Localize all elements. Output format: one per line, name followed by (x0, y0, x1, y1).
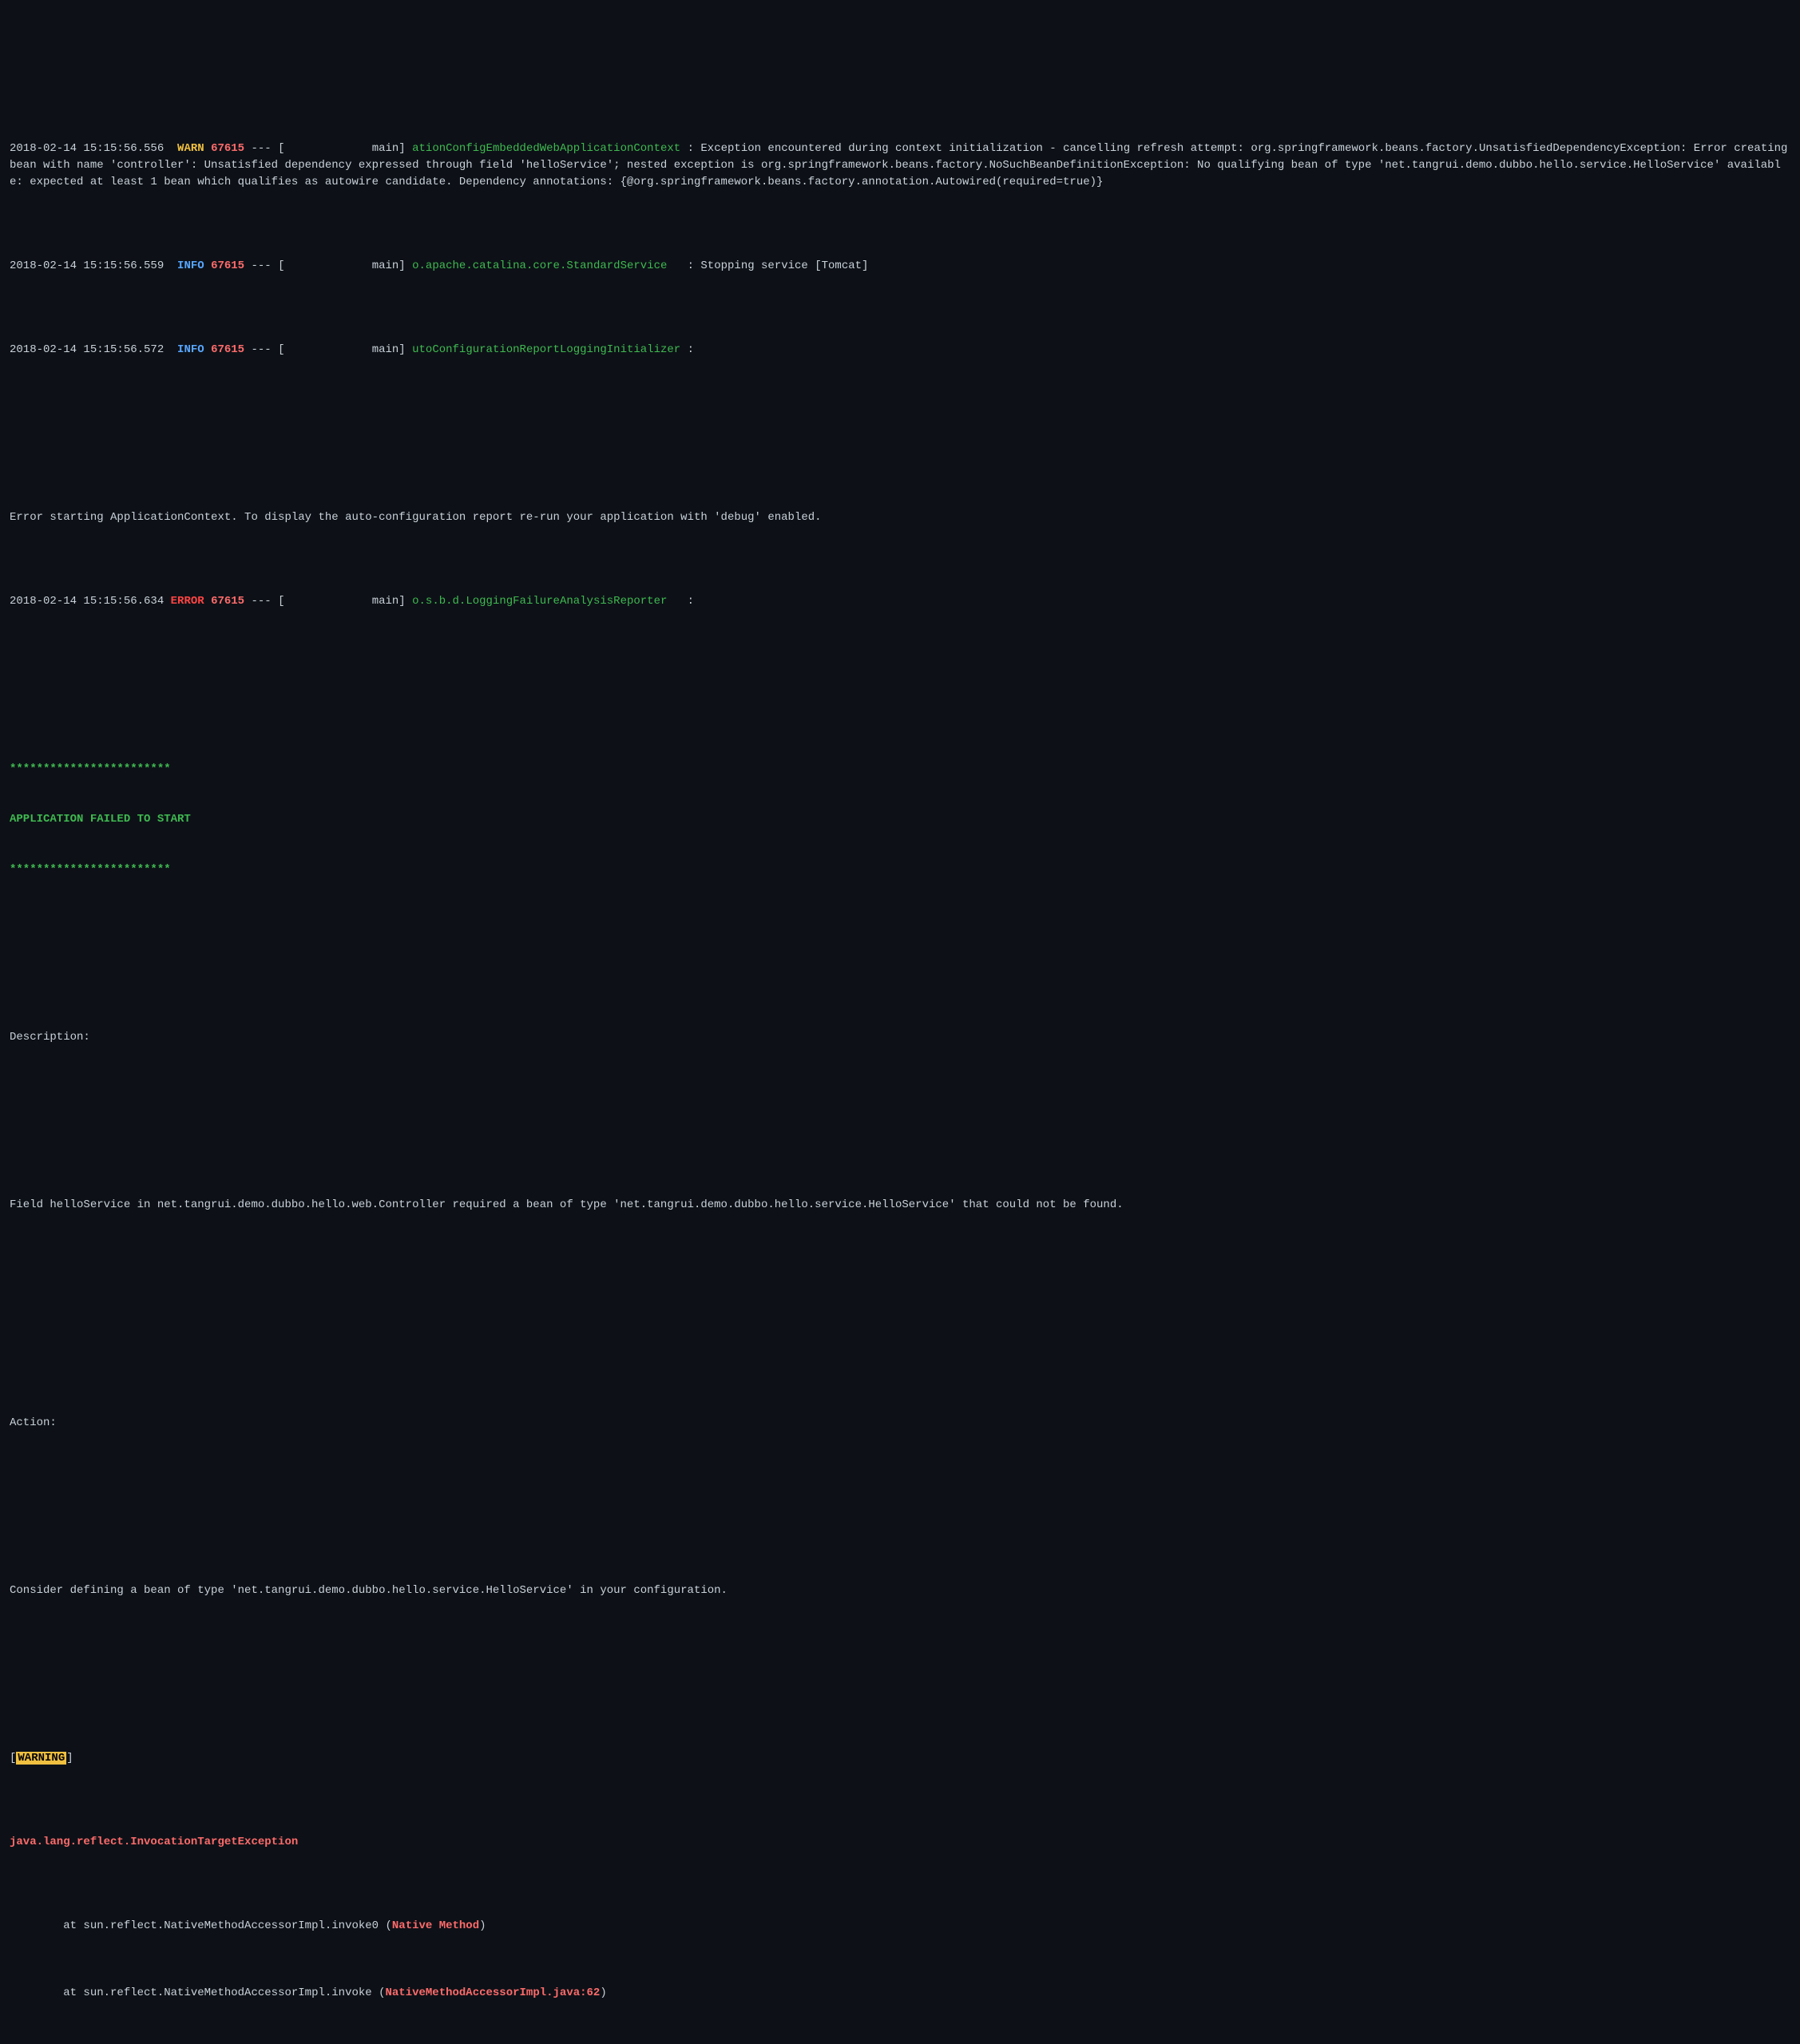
level-warn-1: WARN (177, 142, 204, 155)
empty-line-3 (10, 945, 1790, 962)
stack-highlight-1: Native Method (392, 1919, 479, 1932)
empty-line-1 (10, 426, 1790, 442)
empty-line-6 (10, 1331, 1790, 1348)
log-line-3: 2018-02-14 15:15:56.572 INFO 67615 --- [… (10, 342, 1790, 358)
timestamp-3: 2018-02-14 15:15:56.572 (10, 343, 164, 356)
description-label: Description: (10, 1031, 90, 1044)
level-info-3: INFO (177, 343, 204, 356)
empty-line-2 (10, 677, 1790, 694)
empty-line-7 (10, 1499, 1790, 1515)
field-desc-text: Field helloService in net.tangrui.demo.d… (10, 1198, 1124, 1211)
action-header: Action: (10, 1415, 1790, 1432)
log-line-6: 2018-02-14 15:15:56.634 ERROR 67615 --- … (10, 593, 1790, 610)
thread-id-1: 67615 (211, 142, 244, 155)
stars-top: ************************ (10, 761, 1790, 778)
log-line-error-start: Error starting ApplicationContext. To di… (10, 509, 1790, 526)
app-failed-text: APPLICATION FAILED TO START (10, 811, 1790, 828)
message-2: Stopping service [Tomcat] (700, 259, 868, 272)
log-container: 2018-02-14 15:15:56.556 WARN 67615 --- [… (10, 73, 1790, 2044)
log-line-1: 2018-02-14 15:15:56.556 WARN 67615 --- [… (10, 141, 1790, 191)
stack-suffix-2: ) (600, 1987, 606, 1999)
log-line-2: 2018-02-14 15:15:56.559 INFO 67615 --- [… (10, 258, 1790, 275)
error-start-message: Error starting ApplicationContext. To di… (10, 511, 822, 524)
exception-class-line: java.lang.reflect.InvocationTargetExcept… (10, 1834, 1790, 1851)
thread-id-6: 67615 (211, 595, 244, 608)
timestamp-6: 2018-02-14 15:15:56.634 (10, 595, 164, 608)
consider-text: Consider defining a bean of type 'net.ta… (10, 1584, 728, 1597)
stack-prefix-1: at sun.reflect.NativeMethodAccessorImpl.… (10, 1919, 392, 1932)
logger-6: o.s.b.d.LoggingFailureAnalysisReporter (412, 595, 680, 608)
stack-highlight-2: NativeMethodAccessorImpl.java:62 (385, 1987, 600, 1999)
warning-bracket-line: [WARNING] (10, 1750, 1790, 1767)
timestamp-2: 2018-02-14 15:15:56.559 (10, 259, 164, 272)
empty-line-8 (10, 1666, 1790, 1683)
logger-3: utoConfigurationReportLoggingInitializer (412, 343, 680, 356)
consider-line: Consider defining a bean of type 'net.ta… (10, 1583, 1790, 1599)
stack-line-1: at sun.reflect.NativeMethodAccessorImpl.… (10, 1918, 1790, 1935)
thread-id-3: 67615 (211, 343, 244, 356)
logger-1: ationConfigEmbeddedWebApplicationContext (412, 142, 680, 155)
thread-id-2: 67615 (211, 259, 244, 272)
stars-bottom: ************************ (10, 862, 1790, 878)
message-1: Exception encountered during context ini… (10, 142, 1794, 188)
warning-label: WARNING (16, 1752, 66, 1765)
empty-line-4 (10, 1113, 1790, 1130)
level-info-2: INFO (177, 259, 204, 272)
level-error-6: ERROR (171, 595, 204, 608)
action-label: Action: (10, 1416, 57, 1429)
logger-2: o.apache.catalina.core.StandardService (412, 259, 680, 272)
stack-line-2: at sun.reflect.NativeMethodAccessorImpl.… (10, 1985, 1790, 2002)
description-header: Description: (10, 1029, 1790, 1046)
timestamp-1: 2018-02-14 15:15:56.556 (10, 142, 164, 155)
empty-line-5 (10, 1281, 1790, 1297)
stack-prefix-2: at sun.reflect.NativeMethodAccessorImpl.… (10, 1987, 385, 1999)
stack-suffix-1: ) (479, 1919, 486, 1932)
field-description: Field helloService in net.tangrui.demo.d… (10, 1197, 1790, 1214)
